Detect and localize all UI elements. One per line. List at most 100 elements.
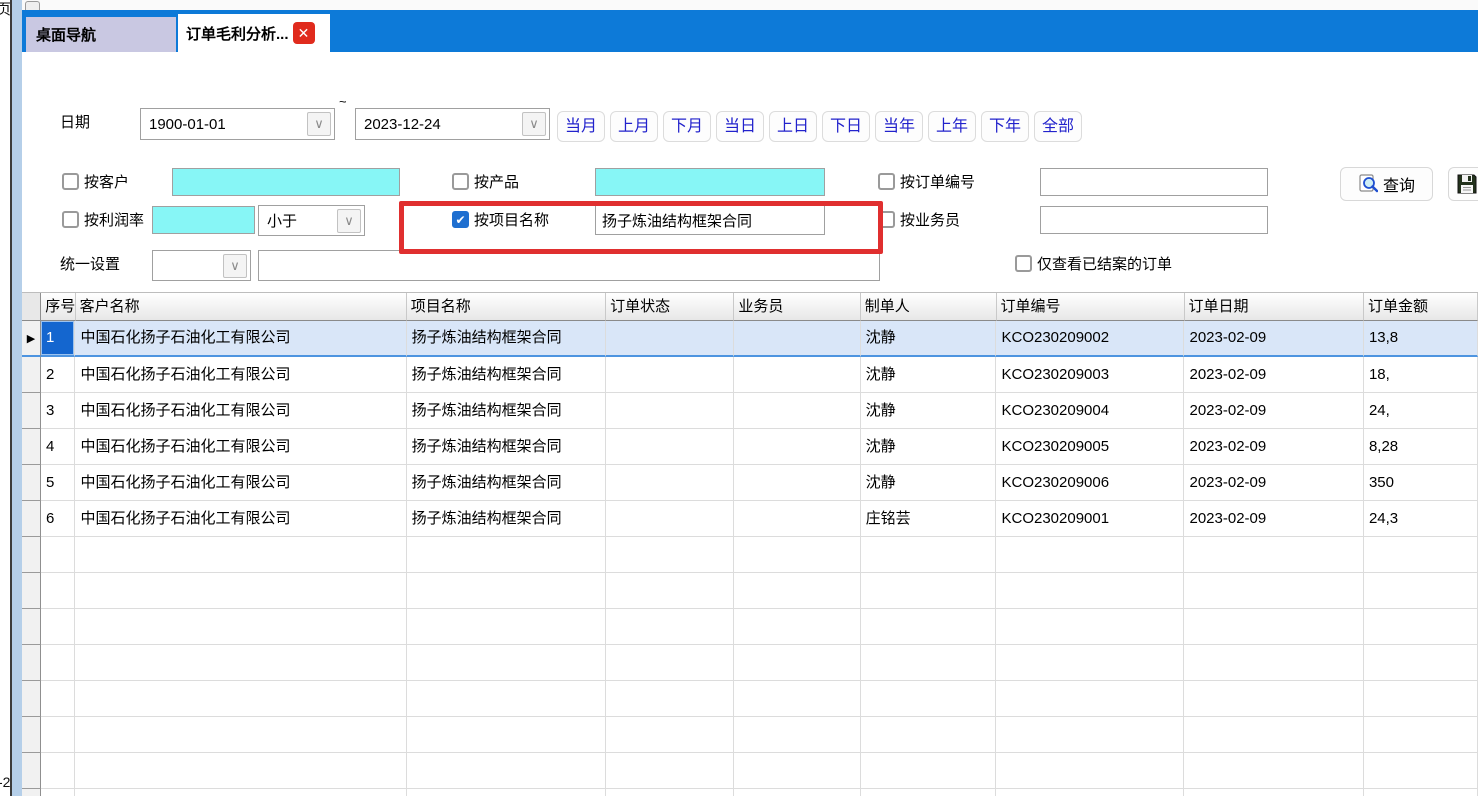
cell-order-no[interactable]: [996, 681, 1184, 717]
cell-salesman[interactable]: [734, 753, 860, 789]
cell-order-date[interactable]: [1184, 753, 1363, 789]
cell-seq[interactable]: [41, 717, 75, 753]
cell-order-amount[interactable]: [1364, 789, 1478, 796]
cell-status[interactable]: [606, 501, 734, 537]
cell-order-no[interactable]: [996, 645, 1184, 681]
by-project-name-checkbox[interactable]: ✔: [452, 211, 469, 228]
cell-seq[interactable]: [41, 609, 75, 645]
cell-customer[interactable]: [75, 537, 406, 573]
cell-seq[interactable]: [41, 573, 75, 609]
cell-customer[interactable]: [75, 717, 406, 753]
cell-customer[interactable]: 中国石化扬子石油化工有限公司: [75, 393, 406, 429]
cell-order-date[interactable]: 2023-02-09: [1184, 393, 1363, 429]
cell-order-date[interactable]: [1184, 573, 1363, 609]
cell-customer[interactable]: [75, 645, 406, 681]
cell-status[interactable]: [606, 681, 734, 717]
by-order-no-checkbox[interactable]: [878, 173, 895, 190]
cell-order-no[interactable]: KCO230209001: [996, 501, 1184, 537]
cell-status[interactable]: [606, 357, 734, 393]
cell-status[interactable]: [606, 645, 734, 681]
cell-maker[interactable]: [861, 717, 997, 753]
quick-date-button-prev-day[interactable]: 上日: [769, 111, 817, 142]
cell-customer[interactable]: [75, 681, 406, 717]
cell-salesman[interactable]: [734, 573, 860, 609]
table-row[interactable]: ▶ 3 中国石化扬子石油化工有限公司 扬子炼油结构框架合同 沈静 KCO2302…: [22, 393, 1478, 429]
cell-customer[interactable]: 中国石化扬子石油化工有限公司: [75, 465, 406, 501]
cell-order-amount[interactable]: [1364, 753, 1478, 789]
date-from-combobox[interactable]: 1900-01-01 ∨: [140, 108, 335, 140]
cell-status[interactable]: [606, 789, 734, 796]
customer-filter-input[interactable]: [172, 168, 400, 196]
cell-status[interactable]: [606, 753, 734, 789]
cell-status[interactable]: [606, 393, 734, 429]
column-header-4[interactable]: 订单状态: [606, 293, 734, 321]
column-header-2[interactable]: 客户名称: [76, 293, 407, 321]
cell-customer[interactable]: [75, 753, 406, 789]
cell-seq[interactable]: 6: [41, 501, 75, 537]
cell-maker[interactable]: 庄铭芸: [861, 501, 997, 537]
cell-order-amount[interactable]: [1364, 609, 1478, 645]
salesman-filter-input[interactable]: [1040, 206, 1268, 234]
cell-project[interactable]: [407, 681, 606, 717]
cell-seq[interactable]: [41, 753, 75, 789]
cell-salesman[interactable]: [734, 429, 860, 465]
cell-customer[interactable]: [75, 789, 406, 796]
close-icon[interactable]: ✕: [293, 22, 315, 44]
cell-seq[interactable]: 5: [41, 465, 75, 501]
quick-date-button-prev-year[interactable]: 上年: [928, 111, 976, 142]
table-row[interactable]: ▶ 4 中国石化扬子石油化工有限公司 扬子炼油结构框架合同 沈静 KCO2302…: [22, 429, 1478, 465]
chevron-down-icon[interactable]: ∨: [522, 112, 546, 136]
cell-order-date[interactable]: [1184, 645, 1363, 681]
cell-maker[interactable]: [861, 609, 997, 645]
quick-date-button-next-day[interactable]: 下日: [822, 111, 870, 142]
column-header-5[interactable]: 业务员: [734, 293, 860, 321]
date-to-combobox[interactable]: 2023-12-24 ∨: [355, 108, 550, 140]
cell-salesman[interactable]: [734, 645, 860, 681]
table-row[interactable]: ▶: [22, 717, 1478, 753]
unified-setting-input[interactable]: [258, 250, 880, 281]
cell-project[interactable]: 扬子炼油结构框架合同: [407, 321, 606, 357]
table-row[interactable]: ▶ 2 中国石化扬子石油化工有限公司 扬子炼油结构框架合同 沈静 KCO2302…: [22, 357, 1478, 393]
cell-salesman[interactable]: [734, 501, 860, 537]
table-row[interactable]: ▶: [22, 681, 1478, 717]
cell-project[interactable]: 扬子炼油结构框架合同: [407, 393, 606, 429]
by-customer-checkbox[interactable]: [62, 173, 79, 190]
cell-customer[interactable]: 中国石化扬子石油化工有限公司: [75, 321, 406, 357]
table-row[interactable]: ▶: [22, 609, 1478, 645]
cell-order-no[interactable]: KCO230209002: [996, 321, 1184, 357]
cell-project[interactable]: 扬子炼油结构框架合同: [407, 465, 606, 501]
by-profit-rate-checkbox[interactable]: [62, 211, 79, 228]
column-header-6[interactable]: 制单人: [861, 293, 997, 321]
cell-project[interactable]: [407, 537, 606, 573]
cell-order-no[interactable]: [996, 573, 1184, 609]
closed-only-checkbox[interactable]: [1015, 255, 1032, 272]
chevron-down-icon[interactable]: ∨: [307, 112, 331, 136]
cell-order-amount[interactable]: [1364, 645, 1478, 681]
tab-desktop-navigation[interactable]: 桌面导航: [26, 17, 176, 52]
cell-order-amount[interactable]: 24,: [1364, 393, 1478, 429]
cell-order-date[interactable]: [1184, 537, 1363, 573]
cell-seq[interactable]: 4: [41, 429, 75, 465]
cell-order-amount[interactable]: 350: [1364, 465, 1478, 501]
cell-salesman[interactable]: [734, 465, 860, 501]
cell-project[interactable]: [407, 645, 606, 681]
cell-order-no[interactable]: [996, 609, 1184, 645]
cell-customer[interactable]: 中国石化扬子石油化工有限公司: [75, 357, 406, 393]
cell-maker[interactable]: 沈静: [861, 429, 997, 465]
cell-seq[interactable]: 2: [41, 357, 75, 393]
cell-maker[interactable]: [861, 537, 997, 573]
cell-order-date[interactable]: 2023-02-09: [1184, 501, 1363, 537]
cell-seq[interactable]: [41, 789, 75, 796]
unified-setting-combobox[interactable]: ∨: [152, 250, 251, 281]
cell-order-amount[interactable]: [1364, 573, 1478, 609]
cell-seq[interactable]: 1: [41, 321, 75, 357]
by-salesman-checkbox[interactable]: [878, 211, 895, 228]
quick-date-button-current-year[interactable]: 当年: [875, 111, 923, 142]
quick-date-button-next-month[interactable]: 下月: [663, 111, 711, 142]
table-row[interactable]: ▶: [22, 645, 1478, 681]
by-product-checkbox[interactable]: [452, 173, 469, 190]
table-row[interactable]: ▶: [22, 537, 1478, 573]
column-header-9[interactable]: 订单金额: [1364, 293, 1478, 321]
quick-date-button-current-month[interactable]: 当月: [557, 111, 605, 142]
cell-maker[interactable]: 沈静: [861, 465, 997, 501]
